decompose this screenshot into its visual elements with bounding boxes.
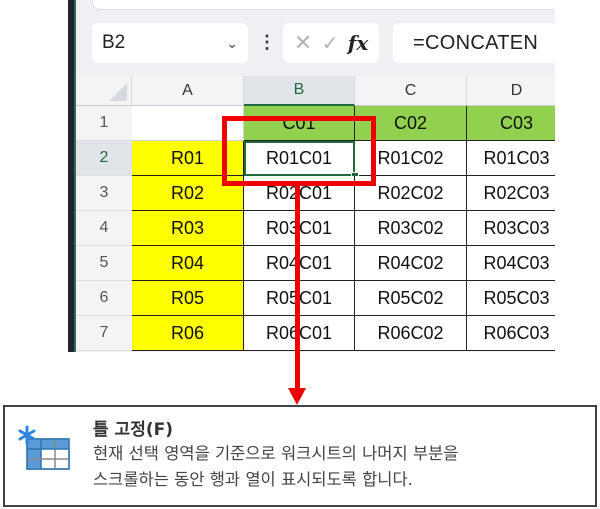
- highlight-box: [222, 116, 376, 186]
- arrow-line: [295, 186, 300, 391]
- row-header-2[interactable]: 2: [76, 141, 132, 176]
- name-box[interactable]: B2 ⌄: [92, 23, 248, 63]
- enter-icon[interactable]: ✓: [322, 31, 339, 56]
- row-header-3[interactable]: 3: [76, 176, 132, 211]
- tooltip-title: 틀 고정(F): [93, 420, 173, 440]
- ribbon-search-box[interactable]: [92, 0, 555, 10]
- tooltip-description: 현재 선택 영역을 기준으로 워크시트의 나머지 부분을 스크롤하는 동안 행과…: [93, 441, 593, 493]
- arrow-head-icon: [288, 388, 306, 405]
- row-header-1[interactable]: 1: [76, 106, 132, 141]
- cancel-icon[interactable]: ✕: [294, 30, 312, 56]
- cell-d2[interactable]: R01C03: [467, 141, 555, 176]
- column-header-a[interactable]: A: [132, 76, 244, 106]
- freeze-panes-icon: [18, 425, 70, 470]
- cell-a4[interactable]: R03: [132, 211, 244, 246]
- column-header-b[interactable]: B: [244, 76, 355, 106]
- row-header-6[interactable]: 6: [76, 281, 132, 316]
- cell-d3[interactable]: R02C03: [467, 176, 555, 211]
- cell-d4[interactable]: R03C03: [467, 211, 555, 246]
- cell-a6[interactable]: R05: [132, 281, 244, 316]
- cell-c4[interactable]: R03C02: [355, 211, 467, 246]
- window-left-edge: [68, 0, 76, 352]
- column-header-c[interactable]: C: [355, 76, 467, 106]
- column-header-d[interactable]: D: [467, 76, 555, 106]
- row-header-7[interactable]: 7: [76, 316, 132, 351]
- chevron-down-icon[interactable]: ⌄: [226, 35, 238, 52]
- tooltip-description-line-2: 스크롤하는 동안 행과 열이 표시되도록 합니다.: [93, 470, 413, 489]
- cell-a7[interactable]: R06: [132, 316, 244, 351]
- cell-d1[interactable]: C03: [467, 106, 555, 141]
- formula-buttons: ✕ ✓ fx: [283, 23, 379, 63]
- cell-c5[interactable]: R04C02: [355, 246, 467, 281]
- tooltip-description-line-1: 현재 선택 영역을 기준으로 워크시트의 나머지 부분을: [93, 444, 459, 463]
- cell-d6[interactable]: R05C03: [467, 281, 555, 316]
- cell-c6[interactable]: R05C02: [355, 281, 467, 316]
- formula-input[interactable]: =CONCATEN: [393, 23, 555, 63]
- cell-d7[interactable]: R06C03: [467, 316, 555, 351]
- row-header-5[interactable]: 5: [76, 246, 132, 281]
- insert-function-icon[interactable]: fx: [348, 31, 369, 55]
- cell-d5[interactable]: R04C03: [467, 246, 555, 281]
- freeze-panes-tooltip: 틀 고정(F) 현재 선택 영역을 기준으로 워크시트의 나머지 부분을 스크롤…: [3, 405, 597, 507]
- row-header-4[interactable]: 4: [76, 211, 132, 246]
- select-all-button[interactable]: [76, 76, 132, 106]
- name-box-value: B2: [102, 32, 126, 53]
- cell-c7[interactable]: R06C02: [355, 316, 467, 351]
- cell-a5[interactable]: R04: [132, 246, 244, 281]
- more-options-icon[interactable]: ⋮: [258, 32, 276, 52]
